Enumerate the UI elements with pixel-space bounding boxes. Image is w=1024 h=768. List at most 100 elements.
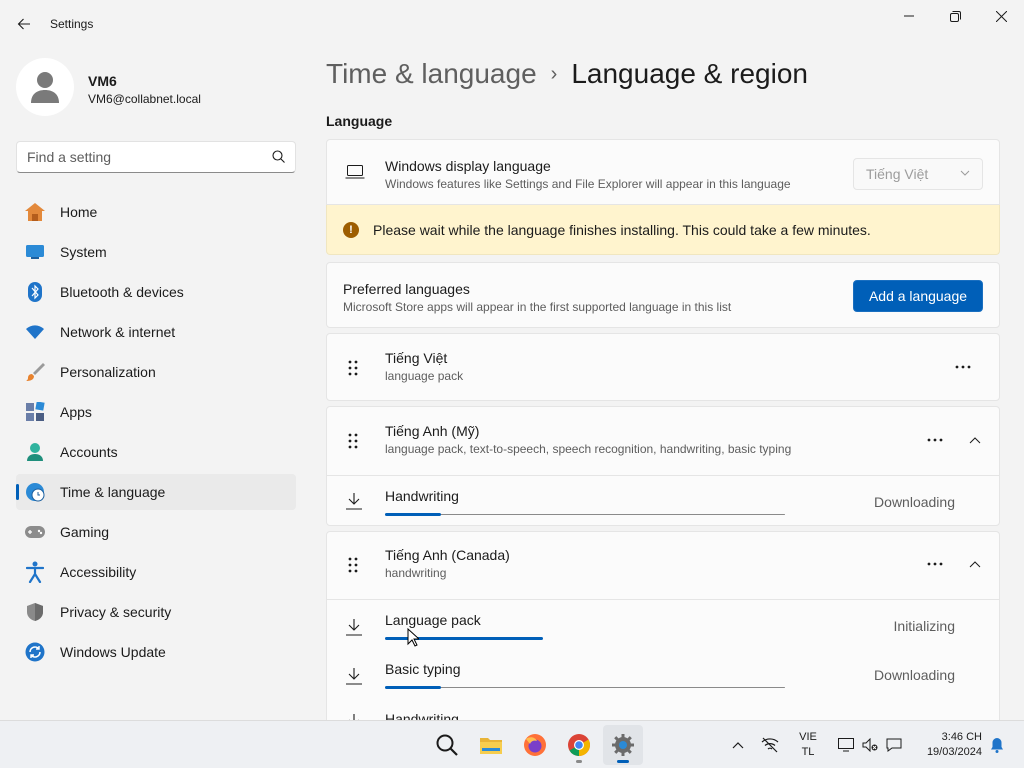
chrome-icon — [568, 734, 590, 756]
installing-warning-banner: ! Please wait while the language finishe… — [326, 205, 1000, 255]
accessibility-icon — [24, 561, 46, 583]
title-bar: Settings — [0, 0, 1024, 48]
display-language-dropdown[interactable]: Tiếng Việt — [853, 158, 983, 190]
minimize-button[interactable] — [886, 0, 932, 32]
clock-date: 19/03/2024 — [926, 746, 982, 758]
ime-language: VIE — [799, 731, 817, 743]
sidebar-item-personalization[interactable]: Personalization — [16, 354, 296, 390]
download-row: Handwriting Downloading — [327, 475, 999, 525]
sidebar-item-apps[interactable]: Apps — [16, 394, 296, 430]
download-progress-fill — [385, 686, 441, 689]
collapse-button[interactable] — [965, 430, 985, 450]
display-tray-button[interactable] — [834, 733, 858, 757]
download-row: Language pack Initializing — [327, 599, 999, 649]
brush-icon — [24, 361, 46, 383]
chevron-up-icon — [732, 741, 744, 748]
more-options-button[interactable] — [923, 554, 947, 574]
taskbar-search-button[interactable] — [427, 725, 467, 765]
input-method-indicator[interactable]: VIE TL — [794, 730, 822, 760]
sidebar-item-bluetooth[interactable]: Bluetooth & devices — [16, 274, 296, 310]
drag-handle-icon[interactable] — [347, 432, 359, 450]
arrow-left-icon — [17, 18, 30, 30]
chevron-up-icon — [969, 560, 981, 567]
drag-handle-icon[interactable] — [347, 556, 359, 574]
add-language-button[interactable]: Add a language — [853, 280, 983, 312]
volume-tray-button[interactable] — [858, 733, 882, 757]
sidebar-item-accounts[interactable]: Accounts — [16, 434, 296, 470]
sidebar-item-label: Home — [60, 204, 98, 220]
sidebar-item-label: System — [60, 244, 107, 260]
accounts-icon — [24, 441, 46, 463]
collapse-button[interactable] — [965, 554, 985, 574]
chevron-up-icon — [969, 436, 981, 443]
home-icon — [24, 201, 46, 223]
sidebar-item-system[interactable]: System — [16, 234, 296, 270]
network-tray-button[interactable] — [758, 733, 782, 757]
taskbar-file-explorer[interactable] — [471, 725, 511, 765]
search-icon[interactable] — [272, 150, 285, 163]
sidebar-item-label: Time & language — [60, 484, 166, 500]
notifications-button[interactable] — [985, 733, 1009, 757]
close-icon — [995, 10, 1007, 22]
language-item-english-canada: Tiếng Anh (Canada) handwriting Language … — [326, 531, 1000, 731]
sidebar-item-label: Apps — [60, 404, 92, 420]
speaker-muted-icon — [862, 738, 878, 752]
apps-icon — [24, 401, 46, 423]
sidebar-item-time-language[interactable]: Time & language — [16, 474, 296, 510]
firefox-icon — [524, 734, 546, 756]
display-language-card: Windows display language Windows feature… — [326, 139, 1000, 205]
download-row: Basic typing Downloading — [327, 649, 999, 699]
clock-time: 3:46 CH — [941, 731, 982, 743]
folder-icon — [480, 738, 502, 754]
search-box — [16, 141, 296, 173]
language-features: handwriting — [385, 566, 447, 580]
gamepad-icon — [24, 521, 46, 543]
show-hidden-icons-button[interactable] — [726, 733, 750, 757]
preferred-languages-card: Preferred languages Microsoft Store apps… — [326, 262, 1000, 328]
taskbar: VIE TL 3:46 CH 19/03/2024 — [0, 720, 1024, 768]
sidebar-item-home[interactable]: Home — [16, 194, 296, 230]
download-name: Basic typing — [385, 661, 461, 677]
bluetooth-icon — [24, 281, 46, 303]
drag-handle-icon[interactable] — [347, 359, 359, 377]
language-features: language pack — [385, 369, 464, 383]
sidebar-item-label: Gaming — [60, 524, 110, 540]
speech-bubble-icon — [886, 738, 902, 752]
user-profile[interactable]: VM6 VM6@collabnet.local — [16, 58, 296, 118]
sidebar-item-label: Personalization — [60, 364, 156, 380]
sidebar-item-privacy[interactable]: Privacy & security — [16, 594, 296, 630]
sidebar-item-label: Bluetooth & devices — [60, 284, 184, 300]
back-button[interactable] — [10, 10, 38, 38]
profile-email: VM6@collabnet.local — [88, 92, 201, 106]
download-name: Language pack — [385, 612, 481, 628]
language-item-vietnamese[interactable]: Tiếng Việt language pack — [326, 333, 1000, 401]
sidebar-item-gaming[interactable]: Gaming — [16, 514, 296, 550]
time-language-icon — [24, 481, 46, 503]
language-name: Tiếng Anh (Mỹ) — [385, 423, 480, 439]
taskbar-settings[interactable] — [603, 725, 643, 765]
running-indicator — [576, 760, 582, 763]
more-options-button[interactable] — [923, 430, 947, 450]
taskbar-chrome[interactable] — [559, 725, 599, 765]
sidebar-item-windows-update[interactable]: Windows Update — [16, 634, 296, 670]
more-icon — [927, 438, 943, 442]
taskbar-firefox[interactable] — [515, 725, 555, 765]
gear-icon — [612, 734, 634, 756]
active-indicator — [617, 760, 629, 763]
avatar — [16, 58, 74, 116]
search-input[interactable] — [17, 142, 257, 172]
system-icon — [24, 241, 46, 263]
breadcrumb-parent[interactable]: Time & language — [326, 58, 537, 90]
display-language-title: Windows display language — [385, 158, 551, 174]
wifi-icon — [24, 321, 46, 343]
clock[interactable]: 3:46 CH 19/03/2024 — [910, 730, 982, 760]
restore-icon — [949, 10, 961, 22]
close-button[interactable] — [978, 0, 1024, 32]
language-tray-button[interactable] — [882, 733, 906, 757]
sidebar-item-accessibility[interactable]: Accessibility — [16, 554, 296, 590]
maximize-button[interactable] — [932, 0, 978, 32]
network-disconnected-icon — [761, 737, 779, 753]
more-options-button[interactable] — [951, 357, 975, 377]
sidebar-item-network[interactable]: Network & internet — [16, 314, 296, 350]
download-status: Downloading — [874, 494, 955, 510]
